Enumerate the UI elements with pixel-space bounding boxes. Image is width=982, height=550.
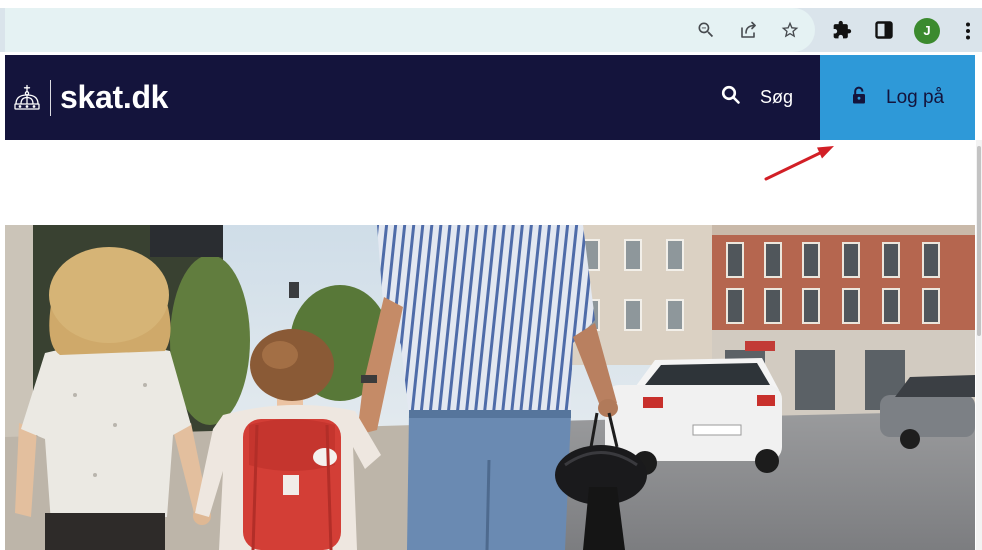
profile-avatar[interactable]: J [914,18,940,44]
zoom-out-icon[interactable] [696,20,716,40]
hero-photo [5,225,975,550]
hero-image [5,225,975,550]
browser-toolbar: J [0,8,982,52]
login-label: Log på [886,86,945,108]
lock-icon [852,86,866,109]
scrollbar-thumb[interactable] [977,146,981,336]
site-header: skat.dk Søg Log på [5,55,975,140]
annotation-arrow-shaft [764,151,822,181]
logo-text: skat.dk [60,78,169,115]
skat-logo-link[interactable]: skat.dk [12,55,168,140]
star-icon[interactable] [780,20,800,40]
annotation-arrow-head [817,146,834,159]
share-icon[interactable] [738,20,758,40]
address-bar[interactable] [5,8,815,52]
page-scrollbar[interactable] [976,140,982,550]
search-icon [721,85,741,110]
login-button[interactable]: Log på [820,55,975,140]
extensions-icon[interactable] [832,20,852,40]
menu-icon[interactable] [965,21,971,41]
crown-icon [12,84,42,112]
search-button[interactable]: Søg [721,55,793,140]
logo-divider [50,79,51,116]
search-label: Søg [760,87,794,107]
side-panel-icon[interactable] [875,21,893,39]
